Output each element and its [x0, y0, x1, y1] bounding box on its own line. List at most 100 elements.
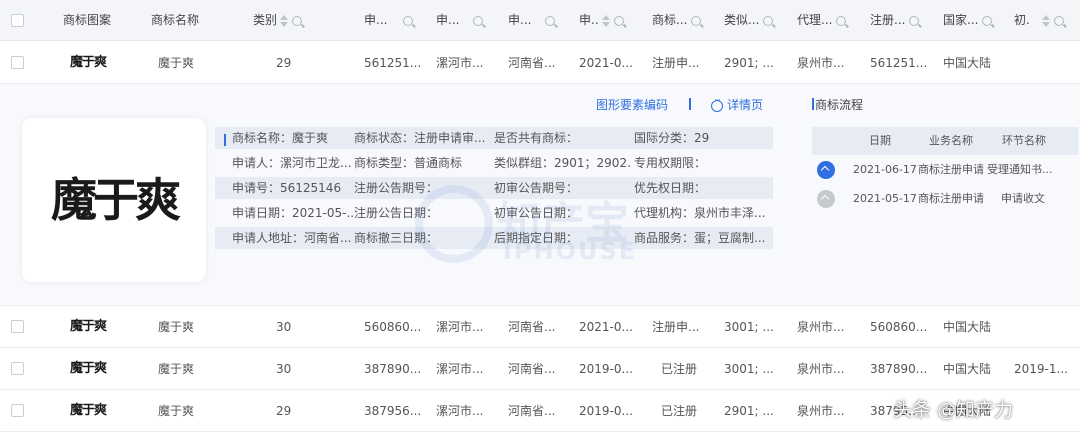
cell-status: 注册申...: [652, 56, 700, 70]
cell-regnum: 560860...: [870, 320, 928, 334]
search-icon[interactable]: [691, 15, 702, 26]
row-checkbox[interactable]: [11, 362, 24, 375]
info-shared: 是否共有商标：: [494, 131, 579, 145]
cell-name: 魔于爽: [158, 362, 195, 376]
info-agency: 代理机构：泉州市丰泽...: [634, 206, 766, 220]
info-row: 商标名称：魔于爽 商标状态：注册申请审... 是否共有商标： 国际分类：29: [215, 127, 773, 149]
info-type: 商标类型：普通商标: [354, 156, 463, 170]
cell-status: 注册申...: [652, 320, 700, 334]
search-icon[interactable]: [613, 15, 624, 26]
cell-name: 魔于爽: [158, 320, 195, 334]
info-row: 申请号：56125146 注册公告期号： 初审公告期号： 优先权日期：: [215, 177, 773, 199]
col-status-header[interactable]: 商标...: [652, 0, 702, 41]
tab-detail-page[interactable]: 详情页: [711, 96, 763, 113]
info-row: 申请日期：2021-05-... 注册公告日期： 初审公告日期： 代理机构：泉州…: [215, 202, 773, 224]
tab-separator: [689, 98, 691, 110]
sort-icon[interactable]: [280, 14, 289, 27]
cell-similar: 2901; ...: [724, 404, 774, 418]
info-prelim-announce-date: 初审公告日期：: [494, 206, 579, 220]
info-priority-date: 优先权日期：: [634, 181, 707, 195]
flow-table-header: 日期 业务名称 环节名称: [812, 127, 1078, 155]
cell-agent: 泉州市...: [797, 362, 845, 376]
sort-icon[interactable]: [1041, 14, 1050, 27]
cell-regnum: 561251...: [870, 56, 928, 70]
cell-address: 河南省...: [508, 362, 556, 376]
row-checkbox[interactable]: [11, 404, 24, 417]
col-logo-header: 商标图案: [63, 13, 112, 27]
table-header: 商标图案 商标名称 类别 申... 申... 申... 申.. 商标... 类似…: [0, 0, 1080, 41]
cell-agent: 泉州市...: [797, 404, 845, 418]
info-appdate: 申请日期：2021-05-...: [232, 206, 354, 220]
cell-country: 中国大陆: [943, 320, 992, 334]
cell-similar: 2901; ...: [724, 56, 774, 70]
search-icon[interactable]: [403, 15, 414, 26]
cell-regno: 387890...: [364, 362, 422, 376]
search-icon[interactable]: [982, 15, 993, 26]
trademark-logo-thumb: 魔于爽: [70, 403, 107, 418]
flow-business: 商标注册申请: [918, 163, 984, 176]
info-reg-announce-no: 注册公告期号：: [354, 181, 439, 195]
row-checkbox[interactable]: [11, 320, 24, 333]
cell-name: 魔于爽: [158, 404, 195, 418]
cell-address: 河南省...: [508, 404, 556, 418]
cell-applicant: 漯河市...: [436, 56, 484, 70]
flow-step: 受理通知书...: [987, 163, 1053, 176]
info-exclusive-term: 专用权期限：: [634, 156, 707, 170]
search-icon[interactable]: [292, 15, 303, 26]
flow-col-date: 日期: [869, 134, 891, 147]
select-all-checkbox[interactable]: [11, 14, 24, 27]
tab-figure-code[interactable]: 图形要素编码: [596, 96, 668, 113]
table-row[interactable]: 魔于爽 魔于爽 30 560860... 漯河市... 河南省... 2021-…: [0, 306, 1080, 348]
cell-regno: 387956...: [364, 404, 422, 418]
info-regno: 申请号：56125146: [232, 181, 342, 195]
col-address-header[interactable]: 申...: [508, 0, 556, 41]
info-later-designation: 后期指定日期：: [494, 231, 579, 245]
table-row[interactable]: 魔于爽 魔于爽 29 561251... 漯河市... 河南省... 2021-…: [0, 42, 1080, 84]
info-reg-announce-date: 注册公告日期：: [354, 206, 439, 220]
search-icon[interactable]: [909, 15, 920, 26]
cell-appdate: 2021-0...: [579, 56, 633, 70]
info-status: 商标状态：注册申请审...: [354, 131, 486, 145]
search-icon[interactable]: [836, 15, 847, 26]
search-icon[interactable]: [545, 15, 556, 26]
cell-applicant: 漯河市...: [436, 320, 484, 334]
cell-category: 30: [276, 320, 292, 334]
info-applicant: 申请人：漯河市卫龙...: [232, 156, 352, 170]
info-similar-group: 类似群组：2901；2902...: [494, 156, 632, 170]
cell-address: 河南省...: [508, 56, 556, 70]
col-category-header[interactable]: 类别: [253, 0, 303, 41]
flow-status-icon: [817, 190, 835, 208]
info-address: 申请人地址：河南省...: [232, 231, 352, 245]
row-checkbox[interactable]: [11, 56, 24, 69]
col-applicant-header[interactable]: 申...: [436, 0, 484, 41]
flow-date: 2021-05-17: [853, 192, 917, 205]
source-watermark: 头条 @知产力: [893, 399, 1014, 421]
col-regnum-header[interactable]: 注册...: [870, 0, 920, 41]
col-country-header[interactable]: 国家...: [943, 0, 993, 41]
search-icon[interactable]: [1053, 15, 1064, 26]
col-agent-header[interactable]: 代理...: [797, 0, 847, 41]
sort-icon[interactable]: [601, 14, 610, 27]
col-initial-header[interactable]: 初.: [1014, 0, 1064, 41]
search-icon[interactable]: [473, 15, 484, 26]
cell-country: 中国大陆: [943, 362, 992, 376]
col-regno-header[interactable]: 申...: [364, 0, 414, 41]
search-icon[interactable]: [763, 15, 774, 26]
flow-accent-bar: [812, 98, 814, 110]
flow-date: 2021-06-17: [853, 163, 917, 176]
trademark-logo-thumb: 魔于爽: [70, 55, 107, 70]
cell-regno: 561251...: [364, 56, 422, 70]
cell-applicant: 漯河市...: [436, 404, 484, 418]
col-similar-header[interactable]: 类似...: [724, 0, 774, 41]
more-icon: [711, 96, 723, 112]
cell-category: 29: [276, 404, 292, 418]
cell-address: 河南省...: [508, 320, 556, 334]
cell-applicant: 漯河市...: [436, 362, 484, 376]
col-name-header: 商标名称: [151, 13, 200, 27]
flow-title: 商标流程: [815, 98, 864, 112]
cell-status: 已注册: [661, 404, 698, 418]
table-row[interactable]: 魔于爽 魔于爽 30 387890... 漯河市... 河南省... 2019-…: [0, 348, 1080, 390]
col-appdate-header[interactable]: 申..: [579, 0, 624, 41]
cell-appdate: 2019-0...: [579, 404, 633, 418]
cell-name: 魔于爽: [158, 56, 195, 70]
